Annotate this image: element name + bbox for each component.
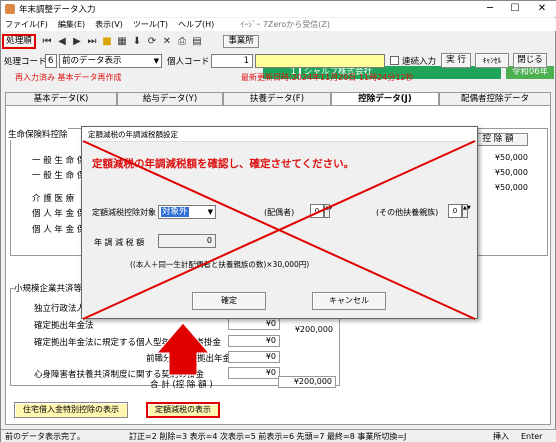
target-select[interactable]: 対象外 ▼: [158, 205, 216, 219]
minimize-button[interactable]: ─: [479, 1, 501, 17]
maximize-button[interactable]: ☐: [504, 1, 526, 17]
spinner-arrows-icon[interactable]: ▲▼: [462, 204, 471, 218]
total-value: ¥200,000: [278, 376, 336, 388]
status-shortcuts: 訂正=2 削除=3 表示=4 次表示=5 前表示=6 先頭=7 最終=8 事業所…: [129, 432, 407, 441]
tab-strip: 基本データ(K) 給与データ(Y) 扶養データ(F) 控除データ(J) 配偶者控…: [5, 92, 551, 105]
life-row-5: 個 人 年 金 保: [32, 225, 86, 235]
tab-salary[interactable]: 給与データ(Y): [117, 92, 223, 105]
small-total-value: ¥200,000: [284, 325, 336, 337]
tab-dependents[interactable]: 扶養データ(F): [223, 92, 331, 105]
dialog-cancel-button[interactable]: キャンセル: [312, 292, 386, 310]
life-row-2: 一 般 生 命 保: [32, 171, 86, 181]
chevron-down-icon: ▼: [207, 208, 213, 216]
employee-name-field[interactable]: [255, 54, 385, 68]
personal-code-input[interactable]: 1: [211, 54, 253, 68]
office-label-button[interactable]: 事業所: [223, 35, 259, 48]
confirm-button[interactable]: 確定: [192, 292, 266, 310]
life-insurance-title: 生命保険料控除: [8, 128, 68, 140]
grid-icon[interactable]: ▦: [116, 36, 128, 48]
life-row-1: 一 般 生 命 保: [32, 156, 86, 166]
tab-deductions[interactable]: 控除データ(J): [331, 92, 439, 105]
info-bar: 再入力済み 基本データ再作成 最新更新日時:2024年11月20日 11時24分…: [1, 71, 556, 84]
formula-note: ((本人＋同一生計配偶者と扶養親族の数)×30,000円): [130, 260, 310, 269]
code-row: 処理コード 6 前のデータ表示 ▼ 個人コード 1 連続入力 実 行 ｷｬﾝｾﾙ…: [1, 52, 556, 70]
small-value-4[interactable]: ¥0: [228, 367, 280, 379]
dialog-message: 定額減税の年調減税額を確認し、確定させてください。: [92, 158, 355, 170]
housing-loan-button[interactable]: 住宅借入金特別控除の表示: [14, 402, 128, 418]
amount-label: 年 調 減 税 額: [94, 238, 145, 247]
close-button[interactable]: 閉じる: [513, 53, 547, 68]
first-record-icon[interactable]: ⏮: [41, 36, 53, 48]
status-insert: 挿入: [493, 432, 509, 441]
tab-basic[interactable]: 基本データ(K): [5, 92, 117, 105]
prev-record-icon[interactable]: ◀: [56, 36, 68, 48]
menu-tools[interactable]: ツール(T): [133, 18, 168, 31]
personal-code-label: 個人コード: [167, 57, 210, 67]
menu-receive[interactable]: ｲｰｼﾞｰ 7Zeroから受信(Z): [240, 18, 330, 31]
small-value-3[interactable]: ¥0: [228, 351, 280, 363]
small-value-2[interactable]: ¥0: [228, 335, 280, 347]
folder-icon[interactable]: ■: [101, 36, 113, 48]
fixed-tax-reduction-button[interactable]: 定額減税の表示: [146, 402, 220, 418]
download-icon[interactable]: ⬇: [131, 36, 143, 48]
process-select[interactable]: 前のデータ表示 ▼: [59, 54, 162, 68]
small-enterprise-title: 小規模企業共済等掛: [14, 282, 91, 294]
order-button[interactable]: 処理順: [2, 34, 36, 49]
refresh-icon[interactable]: ⟳: [146, 36, 158, 48]
menu-edit[interactable]: 編集(E): [58, 18, 85, 31]
reentry-status: 再入力済み 基本データ再作成: [15, 73, 122, 82]
status-message: 前のデータ表示完了。: [5, 432, 85, 441]
title-bar: 年末調整データ入力 ─ ☐ ✕: [1, 1, 556, 17]
table-icon[interactable]: ▤: [191, 36, 203, 48]
chevron-down-icon: ▼: [153, 57, 159, 65]
status-enter: Enter: [521, 432, 543, 441]
nav-buttons: ⏮ ◀ ▶ ⏭ ■ ▦ ⬇ ⟳ ✕ ⎙ ▤: [41, 36, 206, 48]
process-code-input[interactable]: 6: [45, 54, 57, 68]
process-select-value: 前のデータ表示: [62, 56, 122, 66]
small-row-2: 確定拠出年金法: [34, 321, 94, 331]
small-row-1: 独立行政法人: [34, 304, 86, 314]
app-window: 年末調整データ入力 ─ ☐ ✕ ファイル(F) 編集(E) 表示(V) ツール(…: [0, 0, 556, 442]
life-row-3: 介 護 医 療: [32, 194, 75, 204]
target-select-value: 対象外: [161, 207, 189, 217]
small-row-3: 確定拠出年金法に規定する個人型年金加入者掛金: [34, 338, 222, 348]
next-record-icon[interactable]: ▶: [71, 36, 83, 48]
other-count[interactable]: 0: [448, 204, 462, 218]
close-window-button[interactable]: ✕: [531, 1, 553, 17]
process-code-label: 処理コード: [4, 57, 47, 67]
cancel-toolbar-button[interactable]: ｷｬﾝｾﾙ: [475, 53, 509, 68]
life-value-2: ¥50,000: [481, 168, 531, 180]
target-label: 定額減税控除対象: [92, 208, 156, 217]
delete-icon[interactable]: ✕: [161, 36, 173, 48]
spinner-arrows-icon[interactable]: ▲▼: [324, 204, 333, 218]
toolbar: 処理順 ⏮ ◀ ▶ ⏭ ■ ▦ ⬇ ⟳ ✕ ⎙ ▤ 事業所 1 シャルフ株式会社…: [1, 32, 556, 79]
life-row-4: 個 人 年 金 保: [32, 209, 86, 219]
printer-icon[interactable]: ⎙: [176, 36, 188, 48]
small-row-4: 前職分の確定拠出年金: [146, 354, 232, 364]
spouse-label: (配偶者): [264, 208, 295, 217]
reduction-amount: 0: [158, 234, 216, 248]
life-value-3: ¥50,000: [481, 183, 531, 195]
app-icon: [5, 4, 15, 14]
life-value-1: ¥50,000: [481, 153, 531, 165]
menu-view[interactable]: 表示(V): [95, 18, 123, 31]
continuous-checkbox[interactable]: [390, 56, 399, 65]
other-label: (その他扶養親族): [376, 208, 439, 217]
menu-help[interactable]: ヘルプ(H): [178, 18, 214, 31]
menu-file[interactable]: ファイル(F): [5, 18, 48, 31]
spouse-count[interactable]: 0: [310, 204, 324, 218]
continuous-label: 連続入力: [402, 57, 437, 67]
last-updated: 最新更新日時:2024年11月20日 11時24分12秒: [241, 73, 414, 82]
menu-bar: ファイル(F) 編集(E) 表示(V) ツール(T) ヘルプ(H) ｲｰｼﾞｰ …: [1, 18, 556, 31]
last-record-icon[interactable]: ⏭: [86, 36, 98, 48]
window-title: 年末調整データ入力: [19, 5, 96, 15]
status-bar: 前のデータ表示完了。 訂正=2 削除=3 表示=4 次表示=5 前表示=6 先頭…: [1, 429, 556, 442]
total-label: 合 計 (控 除 額 ): [150, 380, 213, 390]
small-value-1[interactable]: ¥0: [228, 318, 280, 330]
tab-spouse[interactable]: 配偶者控除データ: [439, 92, 551, 105]
execute-button[interactable]: 実 行: [441, 53, 471, 68]
fixed-tax-dialog: 定額減税の年調減税額設定 定額減税の年調減税額を確認し、確定させてください。 定…: [81, 126, 478, 319]
dialog-title: 定額減税の年調減税額設定: [82, 127, 477, 142]
